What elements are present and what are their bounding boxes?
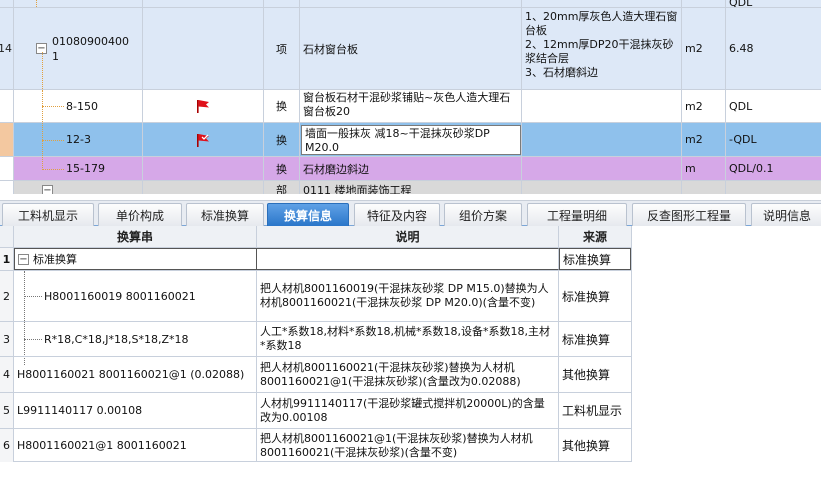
table-row-selected[interactable]: 12-3 换 墙面一般抹灰 减18~干混抹灰砂浆DP M20.0 m2 -QDL bbox=[0, 123, 821, 157]
detail-tab-bar: 工料机显示 单价构成 标准换算 换算信息 特征及内容 组价方案 工程量明细 反查… bbox=[0, 200, 821, 226]
table-row[interactable]: 8-150 换 窗台板石材干混砂浆铺贴~灰色人造大理石窗台板20 m2 QDL bbox=[0, 90, 821, 123]
tab-unit-price[interactable]: 单价构成 bbox=[98, 203, 182, 226]
tab-pricing-plan[interactable]: 组价方案 bbox=[444, 203, 522, 226]
type-cell: 换 bbox=[264, 157, 300, 180]
feature-description[interactable]: 1、20mm厚灰色人造大理石窗台板 2、12mm厚DP20干混抹灰砂浆结合层 3… bbox=[522, 8, 682, 89]
conversion-string[interactable]: H8001160021 8001160021@1 (0.02088) bbox=[14, 357, 257, 392]
row-number: 2 bbox=[0, 271, 14, 321]
flag-icon bbox=[197, 133, 209, 147]
name-cell[interactable]: 0111 楼地面装饰工程 bbox=[300, 181, 522, 194]
source-cell: 标准换算 bbox=[559, 248, 631, 270]
row-number: 1 bbox=[0, 248, 14, 270]
unit-cell: m2 bbox=[682, 90, 726, 122]
description-cell: 把人材机8001160021(干混抹灰砂浆)替换为人材机8001160021@1… bbox=[257, 357, 559, 392]
quantity-cell[interactable]: QDL/0.1 bbox=[726, 157, 821, 180]
code-cell[interactable]: − 01080900400 1 bbox=[14, 8, 143, 89]
table-row[interactable]: 14 − 01080900400 1 项 石材窗台板 1、20mm厚灰色人造大理… bbox=[0, 8, 821, 90]
table-row[interactable]: 15-179 换 石材磨边斜边 m QDL/0.1 bbox=[0, 157, 821, 181]
source-cell: 标准换算 bbox=[562, 289, 611, 304]
source-cell: 标准换算 bbox=[562, 332, 611, 347]
description-cell: 把人材机8001160021@1(干混抹灰砂浆)替换为人材机8001160021… bbox=[257, 429, 559, 462]
quantity-cell[interactable]: 6.48 bbox=[726, 8, 821, 89]
row-number: 14 bbox=[0, 8, 14, 89]
description-cell: 把人材机8001160019(干混抹灰砂浆 DP M15.0)替换为人材机800… bbox=[257, 271, 559, 321]
column-header-conversion[interactable]: 换算串 bbox=[14, 226, 257, 248]
name-cell[interactable]: 窗台板石材干混砂浆铺贴~灰色人造大理石窗台板20 bbox=[300, 90, 522, 122]
description-cell: 人材机9911140117(干混砂浆罐式搅拌机20000L)的含量改为0.001… bbox=[257, 393, 559, 428]
tab-graphic-quantity[interactable]: 反查图形工程量 bbox=[632, 203, 746, 226]
code-cell[interactable]: 12-3 bbox=[14, 123, 143, 156]
code-cell[interactable]: 15-179 bbox=[14, 157, 143, 180]
table-row-selected[interactable]: 1 − 标准换算 标准换算 bbox=[0, 248, 631, 271]
unit-cell: m2 bbox=[682, 123, 726, 156]
collapse-icon[interactable]: − bbox=[42, 185, 53, 194]
unit-cell: m2 bbox=[682, 8, 726, 89]
column-header-source[interactable]: 来源 bbox=[559, 226, 631, 248]
collapse-icon[interactable]: − bbox=[18, 253, 29, 265]
table-row[interactable]: QDL bbox=[0, 0, 821, 8]
table-row[interactable]: 3 R*18,C*18,J*18,S*18,Z*18 人工*系数18,材料*系数… bbox=[0, 322, 631, 357]
tab-standard-conversion[interactable]: 标准换算 bbox=[186, 203, 264, 226]
source-cell: 其他换算 bbox=[562, 439, 611, 453]
quota-grid: QDL 14 − 01080900400 1 项 石材窗台板 1、20mm厚灰色… bbox=[0, 0, 821, 194]
row-number: 5 bbox=[0, 393, 14, 428]
table-row[interactable]: − 部 0111 楼地面装饰工程 bbox=[0, 181, 821, 194]
conversion-string[interactable]: H8001160019 8001160021 bbox=[14, 271, 257, 321]
code-line-1: 01080900400 bbox=[52, 34, 129, 48]
description-cell bbox=[257, 248, 559, 270]
quantity-cell[interactable]: QDL bbox=[726, 90, 821, 122]
type-cell: 部 bbox=[264, 181, 300, 194]
code-cell[interactable]: 8-150 bbox=[14, 90, 143, 122]
type-cell: 项 bbox=[264, 8, 300, 89]
row-number: 3 bbox=[0, 322, 14, 356]
conversion-string[interactable]: L9911140117 0.00108 bbox=[14, 393, 257, 428]
table-row[interactable]: 4 H8001160021 8001160021@1 (0.02088) 把人材… bbox=[0, 357, 631, 393]
unit-cell: m bbox=[682, 157, 726, 180]
name-cell[interactable]: 石材窗台板 bbox=[300, 8, 522, 89]
conversion-string[interactable]: H8001160021@1 8001160021 bbox=[14, 429, 257, 462]
name-edit-input[interactable]: 墙面一般抹灰 减18~干混抹灰砂浆DP M20.0 bbox=[301, 125, 521, 155]
flag-icon bbox=[197, 100, 209, 113]
code-line-2: 1 bbox=[52, 49, 59, 63]
tab-description-info[interactable]: 说明信息 bbox=[751, 203, 821, 226]
name-cell[interactable]: 石材磨边斜边 bbox=[300, 157, 522, 180]
description-cell: 人工*系数18,材料*系数18,机械*系数18,设备*系数18,主材*系数18 bbox=[257, 322, 559, 356]
quantity-cell[interactable]: -QDL bbox=[726, 123, 821, 156]
source-cell: 工料机显示 bbox=[562, 404, 623, 418]
row-number: 6 bbox=[0, 429, 14, 462]
column-header-description[interactable]: 说明 bbox=[257, 226, 559, 248]
conversion-string[interactable]: − 标准换算 bbox=[14, 248, 257, 270]
conversion-string[interactable]: R*18,C*18,J*18,S*18,Z*18 bbox=[14, 322, 257, 356]
tab-conversion-info[interactable]: 换算信息 bbox=[267, 203, 349, 226]
conversion-info-grid: 换算串 说明 来源 1 − 标准换算 标准换算 2 H8001160019 80… bbox=[0, 226, 632, 462]
quantity-cell[interactable]: QDL bbox=[726, 0, 821, 7]
type-cell: 换 bbox=[264, 90, 300, 122]
tab-quantity-detail[interactable]: 工程量明细 bbox=[527, 203, 627, 226]
tab-features[interactable]: 特征及内容 bbox=[354, 203, 440, 226]
table-row[interactable]: 2 H8001160019 8001160021 把人材机8001160019(… bbox=[0, 271, 631, 322]
type-cell: 换 bbox=[264, 123, 300, 156]
table-row[interactable]: 5 L9911140117 0.00108 人材机9911140117(干混砂浆… bbox=[0, 393, 631, 429]
table-row[interactable]: 6 H8001160021@1 8001160021 把人材机800116002… bbox=[0, 429, 631, 462]
row-number: 4 bbox=[0, 357, 14, 392]
source-cell: 其他换算 bbox=[562, 368, 611, 382]
tab-material-display[interactable]: 工料机显示 bbox=[2, 203, 94, 226]
